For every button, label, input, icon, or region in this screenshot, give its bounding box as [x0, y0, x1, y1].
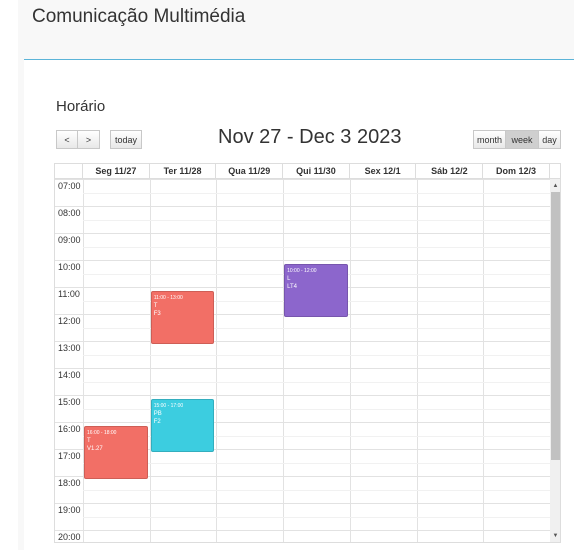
- hour-line: [55, 179, 550, 180]
- time-column-header: [55, 164, 83, 178]
- half-hour-line: [83, 192, 550, 194]
- event-time: 11:00 - 13:00: [153, 295, 183, 301]
- prev-button[interactable]: <: [56, 130, 78, 149]
- hour-line: [55, 530, 550, 531]
- calendar-event[interactable]: 10:00 - 12:00 L LT4: [284, 264, 348, 317]
- scroll-down-icon[interactable]: ▼: [551, 531, 560, 541]
- next-button[interactable]: >: [78, 130, 100, 149]
- day-header: Sex 12/1: [350, 164, 417, 178]
- half-hour-line: [83, 462, 550, 464]
- time-label: 12:00: [58, 316, 81, 326]
- event-time: 15:00 - 17:00: [153, 403, 184, 409]
- calendar-event[interactable]: 16:00 - 18:00 T V1.27: [84, 426, 148, 479]
- vertical-scrollbar[interactable]: ▲ ▼: [550, 179, 560, 542]
- event-type: L: [287, 276, 291, 282]
- week-calendar[interactable]: 07:00 08:00 09:00 10:00 11:00 12:00 13:00 14:00…: [54, 163, 561, 543]
- time-label: 11:00: [58, 289, 80, 299]
- time-label: 07:00: [58, 181, 81, 191]
- time-label: 13:00: [58, 343, 81, 353]
- time-label: 17:00: [58, 451, 81, 461]
- date-range-title: Nov 27 - Dec 3 2023: [218, 126, 402, 148]
- half-hour-line: [83, 381, 550, 383]
- time-label: 14:00: [58, 370, 81, 380]
- view-month-button[interactable]: month: [473, 130, 506, 149]
- event-time: 16:00 - 18:00: [87, 430, 117, 436]
- hour-line: [55, 233, 550, 234]
- time-label: 09:00: [58, 235, 81, 245]
- hour-line: [55, 341, 550, 342]
- day-header: Seg 11/27: [83, 164, 150, 178]
- hour-line: [55, 395, 550, 396]
- today-button[interactable]: today: [110, 130, 142, 149]
- half-hour-line: [83, 246, 550, 248]
- day-header: Ter 11/28: [150, 164, 217, 178]
- time-label: 19:00: [58, 505, 81, 515]
- hour-line: [55, 368, 550, 369]
- hour-line: [55, 503, 550, 504]
- day-header: Sáb 12/2: [417, 164, 484, 178]
- time-label: 10:00: [58, 262, 81, 272]
- calendar-event[interactable]: 11:00 - 13:00 T F3: [150, 291, 215, 344]
- scroll-up-icon[interactable]: ▲: [551, 181, 560, 191]
- scroll-thumb[interactable]: [551, 192, 560, 460]
- time-label: 08:00: [58, 208, 81, 218]
- time-label: 16:00: [58, 424, 81, 434]
- event-type: T: [87, 438, 91, 444]
- event-room: LT4: [287, 284, 297, 290]
- view-week-button[interactable]: week: [506, 130, 539, 149]
- half-hour-line: [83, 354, 550, 356]
- half-hour-line: [83, 489, 550, 491]
- section-title: Horário: [56, 98, 106, 115]
- view-day-button[interactable]: day: [539, 130, 561, 149]
- time-label: 20:00: [58, 532, 81, 542]
- hour-line: [55, 260, 550, 261]
- day-header: Qui 11/30: [283, 164, 350, 178]
- event-type: T: [153, 303, 158, 309]
- day-header: Qua 11/29: [216, 164, 284, 178]
- hour-line: [55, 206, 550, 207]
- half-hour-line: [83, 219, 550, 221]
- time-label: 18:00: [58, 478, 81, 488]
- event-time: 10:00 - 12:00: [287, 268, 317, 274]
- event-room: F3: [153, 311, 161, 317]
- page-title: Comunicação Multimédia: [32, 6, 246, 27]
- hour-line: [55, 422, 550, 423]
- calendar-event[interactable]: 15:00 - 17:00 PB F2: [150, 399, 215, 452]
- time-label: 15:00: [58, 397, 81, 407]
- day-header: Dom 12/3: [483, 164, 550, 178]
- half-hour-line: [83, 516, 550, 518]
- event-room: F2: [153, 419, 161, 425]
- event-room: V1.27: [87, 446, 103, 452]
- event-type: PB: [153, 411, 162, 417]
